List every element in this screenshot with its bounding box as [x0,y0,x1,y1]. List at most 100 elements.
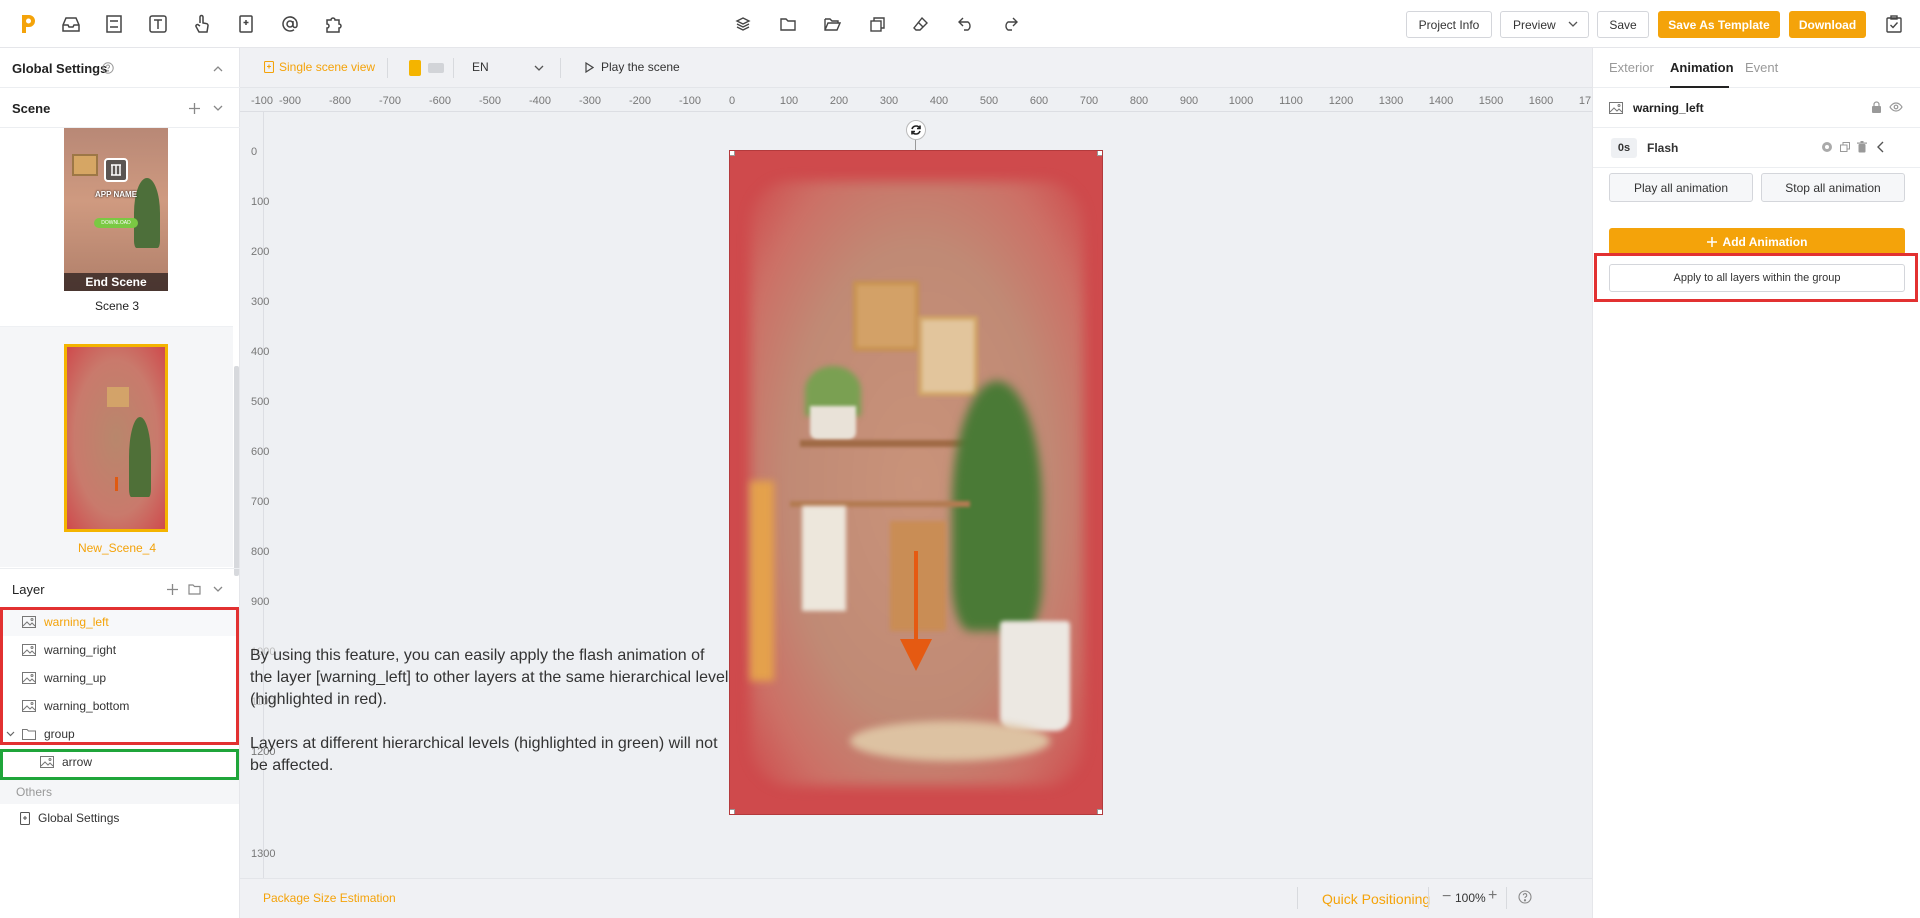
rotate-handle-icon[interactable] [906,120,926,140]
ruler-tick: 1200 [1328,95,1354,107]
package-size-link[interactable]: Package Size Estimation [263,891,396,905]
chevron-down-icon[interactable] [210,581,226,597]
tab-event[interactable]: Event [1745,60,1778,75]
landscape-orientation-button[interactable] [428,63,444,73]
phone-icon[interactable] [235,13,257,35]
top-toolbar: Project Info Preview Save Save As Templa… [0,0,1920,48]
plant-decoration [134,178,160,248]
quick-positioning-button[interactable]: Quick Positioning [1322,891,1430,907]
apply-to-group-button[interactable]: Apply to all layers within the group [1609,264,1905,292]
scene-scrollbar[interactable] [234,366,239,576]
ruler-tick: -200 [628,95,652,107]
scene-download-pill: DOWNLOAD [94,218,138,228]
ruler-tick: 1000 [1228,95,1254,107]
image-icon [1609,102,1623,114]
scene-thumbnail-scene-3[interactable]: APP NAME DOWNLOAD End Scene [64,128,168,291]
text-icon[interactable] [147,13,169,35]
resize-handle[interactable] [730,151,735,156]
tab-animation[interactable]: Animation [1670,60,1734,75]
others-header: Others [0,780,239,804]
scene-thumbnail-new-scene-4[interactable] [64,344,168,532]
layout-icon[interactable] [103,13,125,35]
portrait-orientation-button[interactable] [409,60,421,76]
scene-title: Scene [12,101,51,116]
play-all-animation-button[interactable]: Play all animation [1609,173,1753,202]
animation-item-row[interactable]: 0s Flash [1593,128,1920,168]
eraser-icon[interactable] [910,13,932,35]
app-name-text: APP NAME [94,190,138,199]
resize-handle[interactable] [1097,809,1102,814]
plugin-icon[interactable] [323,13,345,35]
ruler-tick: 1600 [1528,95,1554,107]
resize-handle[interactable] [1097,151,1102,156]
save-button[interactable]: Save [1597,11,1649,38]
arrow-shaft[interactable] [914,551,918,641]
lock-icon[interactable] [1871,101,1882,113]
add-layer-icon[interactable] [164,581,180,597]
global-settings-title: Global Settings [12,61,108,76]
annotation-note: By using this feature, you can easily ap… [250,645,730,799]
layer-title: Layer [12,582,45,597]
download-button[interactable]: Download [1789,11,1866,38]
arrow-down-icon[interactable] [900,639,932,671]
stop-all-animation-button[interactable]: Stop all animation [1761,173,1905,202]
ruler-tick: 400 [251,346,270,358]
towel-image [802,506,846,611]
save-as-template-button[interactable]: Save As Template [1658,11,1780,38]
zoom-out-button[interactable]: − [1442,888,1451,906]
chevron-down-icon[interactable] [210,100,226,116]
add-folder-icon[interactable] [186,581,202,597]
folder-icon[interactable] [777,13,799,35]
chevron-down-icon [534,65,544,72]
scene-artboard[interactable] [729,150,1103,815]
resize-handle[interactable] [730,809,735,814]
undo-icon[interactable] [955,13,977,35]
animation-time-badge: 0s [1611,138,1637,158]
preview-label: Preview [1513,17,1556,32]
frame-image [918,316,978,396]
eye-icon[interactable] [1889,102,1903,112]
global-settings-header[interactable]: Global Settings [0,48,240,88]
help-circle-icon[interactable] [1518,890,1532,904]
trash-icon[interactable] [1857,141,1867,153]
ruler-tick: 1400 [1428,95,1454,107]
ruler-tick: 200 [251,246,270,258]
animation-name: Flash [1647,141,1679,155]
preview-dropdown[interactable]: Preview [1500,11,1589,38]
ruler-tick: -100 [678,95,702,107]
others-global-settings[interactable]: Global Settings [0,804,238,832]
help-circle-icon[interactable] [101,61,115,75]
annotation-paragraph-2: Layers at different hierarchical levels … [250,735,718,774]
chevron-up-icon[interactable] [210,60,226,76]
layers-icon[interactable] [732,13,754,35]
add-scene-icon[interactable] [186,100,202,116]
hand-pointer-icon[interactable] [191,13,213,35]
single-scene-view-toggle[interactable]: Single scene view [264,60,375,74]
redo-icon[interactable] [999,13,1021,35]
duplicate-icon[interactable] [1840,142,1850,152]
folder-open-icon[interactable] [821,13,843,35]
arrow-decoration [115,477,118,491]
large-pot-image [1000,621,1070,731]
tab-exterior[interactable]: Exterior [1609,60,1654,75]
clipboard-check-icon[interactable] [1883,13,1905,35]
play-scene-button[interactable]: Play the scene [585,60,680,74]
ruler-tick: -900 [278,95,302,107]
inbox-icon[interactable] [60,13,82,35]
mirror-image [853,281,919,351]
zoom-in-button[interactable]: + [1488,887,1497,905]
pot-image [810,406,856,440]
language-select[interactable]: EN [472,60,552,74]
project-info-button[interactable]: Project Info [1406,11,1492,38]
ruler-tick: 900 [1179,95,1199,107]
ruler-tick: 900 [251,596,270,608]
chevron-left-icon[interactable] [1877,141,1884,153]
copy-icon[interactable] [866,13,888,35]
view-mode-label: Single scene view [279,60,376,74]
others-label: Others [16,785,53,799]
add-animation-button[interactable]: Add Animation [1609,228,1905,255]
at-sign-icon[interactable] [279,13,301,35]
annotation-paragraph-1: By using this feature, you can easily ap… [250,647,729,708]
ruler-tick: -700 [378,95,402,107]
settings-circle-icon[interactable] [1821,141,1833,153]
